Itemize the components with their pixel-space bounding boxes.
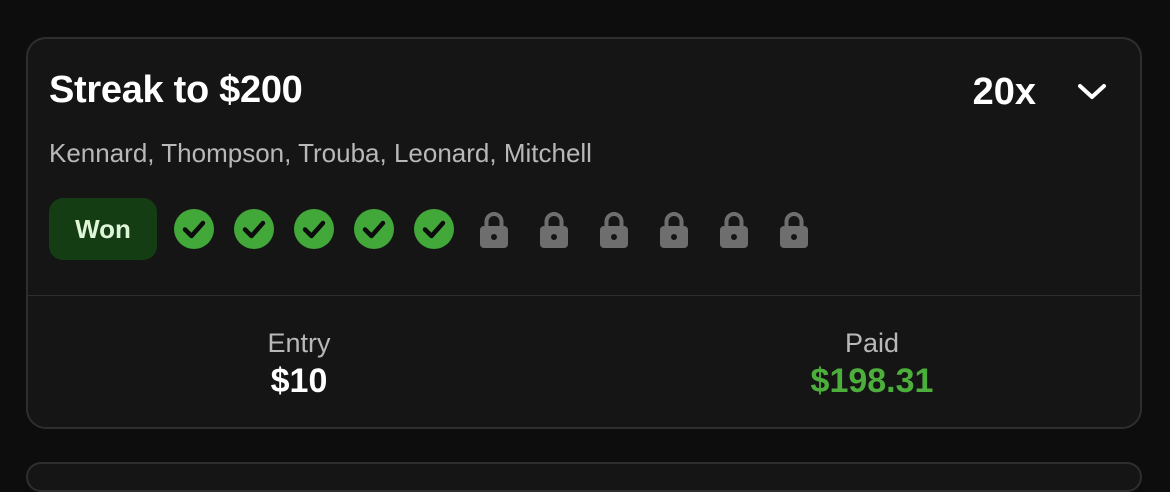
streak-legs	[173, 208, 833, 250]
streak-leg-10	[713, 208, 755, 250]
streak-leg-9	[653, 208, 695, 250]
divider	[28, 295, 1140, 296]
check-circle-icon	[354, 209, 394, 249]
lock-icon	[720, 212, 748, 248]
entry-label: Entry	[267, 328, 331, 358]
multiplier-value: 20x	[972, 71, 1036, 113]
card-title: Streak to $200	[49, 69, 303, 111]
lock-icon	[600, 212, 628, 248]
player-names: Kennard, Thompson, Trouba, Leonard, Mitc…	[49, 138, 592, 168]
next-card[interactable]	[26, 462, 1142, 492]
chevron-down-icon[interactable]	[1074, 77, 1110, 105]
streak-leg-2	[233, 208, 275, 250]
check-circle-icon	[234, 209, 274, 249]
paid-label: Paid	[844, 328, 900, 358]
paid-value: $198.31	[810, 362, 934, 400]
status-badge: Won	[49, 198, 157, 260]
paid-stat: Paid $198.31	[722, 327, 1022, 403]
check-circle-icon	[294, 209, 334, 249]
streak-leg-1	[173, 208, 215, 250]
lock-icon	[480, 212, 508, 248]
streak-leg-11	[773, 208, 815, 250]
streak-leg-7	[533, 208, 575, 250]
streak-leg-5	[413, 208, 455, 250]
lock-icon	[780, 212, 808, 248]
streak-leg-4	[353, 208, 395, 250]
streak-progress: Won	[49, 197, 833, 261]
lock-icon	[540, 212, 568, 248]
streak-leg-6	[473, 208, 515, 250]
entry-value: $10	[270, 362, 328, 400]
check-circle-icon	[414, 209, 454, 249]
streak-leg-8	[593, 208, 635, 250]
streak-leg-3	[293, 208, 335, 250]
entry-stat: Entry $10	[149, 327, 449, 403]
streak-card[interactable]: Streak to $200 20x Kennard, Thompson, Tr…	[26, 37, 1142, 429]
lock-icon	[660, 212, 688, 248]
check-circle-icon	[174, 209, 214, 249]
